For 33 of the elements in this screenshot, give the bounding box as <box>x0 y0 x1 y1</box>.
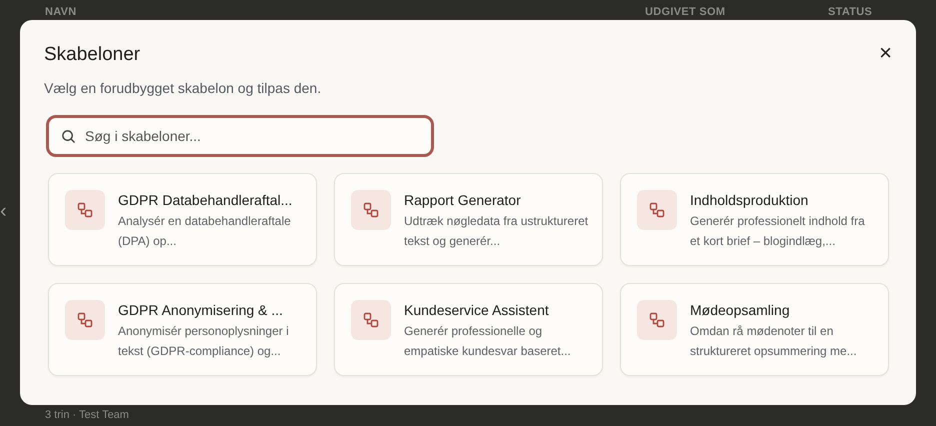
workflow-icon <box>351 190 391 230</box>
template-description: Analysér en databehandleraftale (DPA) op... <box>118 213 292 250</box>
close-button[interactable]: × <box>877 44 894 62</box>
search-field[interactable]: Søg i skabeloner... <box>46 115 434 157</box>
template-title: Kundeservice Assistent <box>404 302 550 318</box>
workflow-icon <box>65 190 105 230</box>
collapse-arrow[interactable]: ‹ <box>0 200 7 223</box>
column-header: STATUS <box>828 6 874 18</box>
template-description: Generér professionelle og empatiske kundesvar baseret... <box>404 323 572 360</box>
template-title: Rapport Generator <box>404 192 522 208</box>
template-card[interactable]: Indholdsproduktion Generér professionelt indhold fra et kort brief – blogindlæg,... <box>620 173 889 266</box>
template-card[interactable]: Rapport Generator Udtræk nøgledata fra ustruktureret tekst og generér... <box>334 173 603 266</box>
template-title: Indholdsproduktion <box>690 192 810 208</box>
template-description: Udtræk nøgledata fra ustruktureret tekst og generér... <box>404 213 590 250</box>
template-title: GDPR Anonymisering & ... <box>118 302 284 318</box>
dialog-title: Skabeloner <box>44 44 140 66</box>
template-title: Mødeopsamling <box>690 302 791 318</box>
workflow-icon <box>351 300 391 340</box>
workflow-icon <box>637 190 677 230</box>
workflow-icon <box>637 300 677 340</box>
column-header: NAVN <box>45 6 78 18</box>
template-card[interactable]: Mødeopsamling Omdan rå mødenoter til en struktureret opsummering me... <box>620 283 889 376</box>
dialog-subtitle: Vælg en forudbygget skabelon og tilpas den. <box>44 80 322 96</box>
template-card[interactable]: GDPR Anonymisering & ... Anonymisér personoplysninger i tekst (GDPR-compliance) og... <box>48 283 317 376</box>
row-meta: 3 trin · Test Team <box>45 409 129 421</box>
template-description: Anonymisér personoplysninger i tekst (GDPR-compliance) og... <box>118 323 290 360</box>
template-description: Generér professionelt indhold fra et kort brief – blogindlæg,... <box>690 213 866 250</box>
template-title: GDPR Databehandleraftal... <box>118 192 294 208</box>
workflow-icon <box>65 300 105 340</box>
template-card[interactable]: Kundeservice Assistent Generér professionelle og empatiske kundesvar baseret... <box>334 283 603 376</box>
template-description: Omdan rå mødenoter til en struktureret opsummering me... <box>690 323 858 360</box>
column-header: UDGIVET SOM <box>645 6 726 18</box>
template-card[interactable]: GDPR Databehandleraftal... Analysér en databehandleraftale (DPA) op... <box>48 173 317 266</box>
